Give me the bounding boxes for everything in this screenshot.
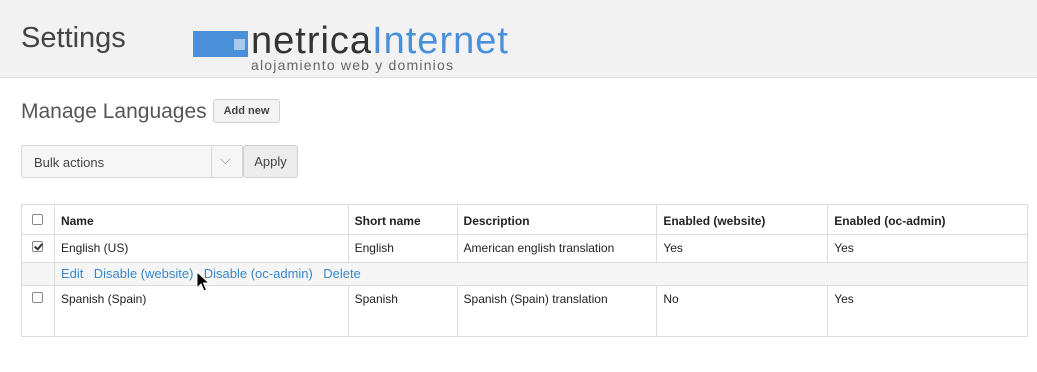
- cell-description: American english translation: [456, 234, 658, 263]
- row-checkbox-cell: [21, 285, 55, 337]
- column-header-enabled-website[interactable]: Enabled (website): [656, 204, 829, 235]
- select-all-checkbox[interactable]: [32, 214, 44, 225]
- delete-link[interactable]: Delete: [323, 266, 361, 281]
- edit-link[interactable]: Edit: [61, 266, 83, 281]
- disable-admin-link[interactable]: Disable (oc-admin): [204, 266, 313, 281]
- netrica-logo-icon: [193, 31, 248, 57]
- row-actions-spacer: [21, 262, 55, 286]
- page-header: Settings netricaInternet alojamiento web…: [0, 0, 1037, 78]
- apply-button[interactable]: Apply: [243, 145, 298, 178]
- row-checkbox[interactable]: [32, 292, 44, 303]
- chevron-down-icon: ⌵: [220, 151, 231, 167]
- mouse-cursor-icon: [196, 271, 210, 292]
- select-divider: [211, 146, 212, 177]
- add-new-button[interactable]: Add new: [213, 99, 280, 123]
- cell-enabled-website: No: [656, 285, 829, 337]
- row-checkbox-cell: [21, 234, 55, 263]
- cell-short-name: Spanish: [347, 285, 458, 337]
- disable-website-link[interactable]: Disable (website): [94, 266, 194, 281]
- cell-enabled-admin: Yes: [827, 234, 1028, 263]
- page-title: Settings: [21, 22, 126, 54]
- cell-short-name: English: [347, 234, 458, 263]
- logo-tagline: alojamiento web y dominios: [251, 57, 455, 73]
- cell-name: English (US): [53, 234, 349, 263]
- column-header-description[interactable]: Description: [456, 204, 658, 235]
- brand-logo[interactable]: netricaInternet alojamiento web y domini…: [193, 20, 533, 74]
- column-header-short-name[interactable]: Short name: [347, 204, 458, 235]
- row-actions: Edit Disable (website) Disable (oc-admin…: [21, 262, 1029, 286]
- section-title: Manage Languages: [21, 100, 207, 123]
- table-row: Spanish (Spain) Spanish Spanish (Spain) …: [21, 285, 1028, 337]
- cell-enabled-admin: Yes: [827, 285, 1028, 337]
- bulk-actions-select[interactable]: Bulk actions ⌵: [21, 145, 243, 178]
- select-all-cell: [21, 204, 55, 235]
- row-checkbox[interactable]: [32, 241, 44, 252]
- column-header-enabled-admin[interactable]: Enabled (oc-admin): [827, 204, 1028, 235]
- languages-table: Name Short name Description Enabled (web…: [21, 204, 1029, 337]
- bulk-actions-selected: Bulk actions: [34, 155, 105, 170]
- table-header-row: Name Short name Description Enabled (web…: [21, 204, 1028, 235]
- table-row: English (US) English American english tr…: [21, 234, 1028, 263]
- column-header-name[interactable]: Name: [53, 204, 349, 235]
- cell-enabled-website: Yes: [656, 234, 829, 263]
- cell-description: Spanish (Spain) translation: [456, 285, 658, 337]
- cell-name: Spanish (Spain): [53, 285, 349, 337]
